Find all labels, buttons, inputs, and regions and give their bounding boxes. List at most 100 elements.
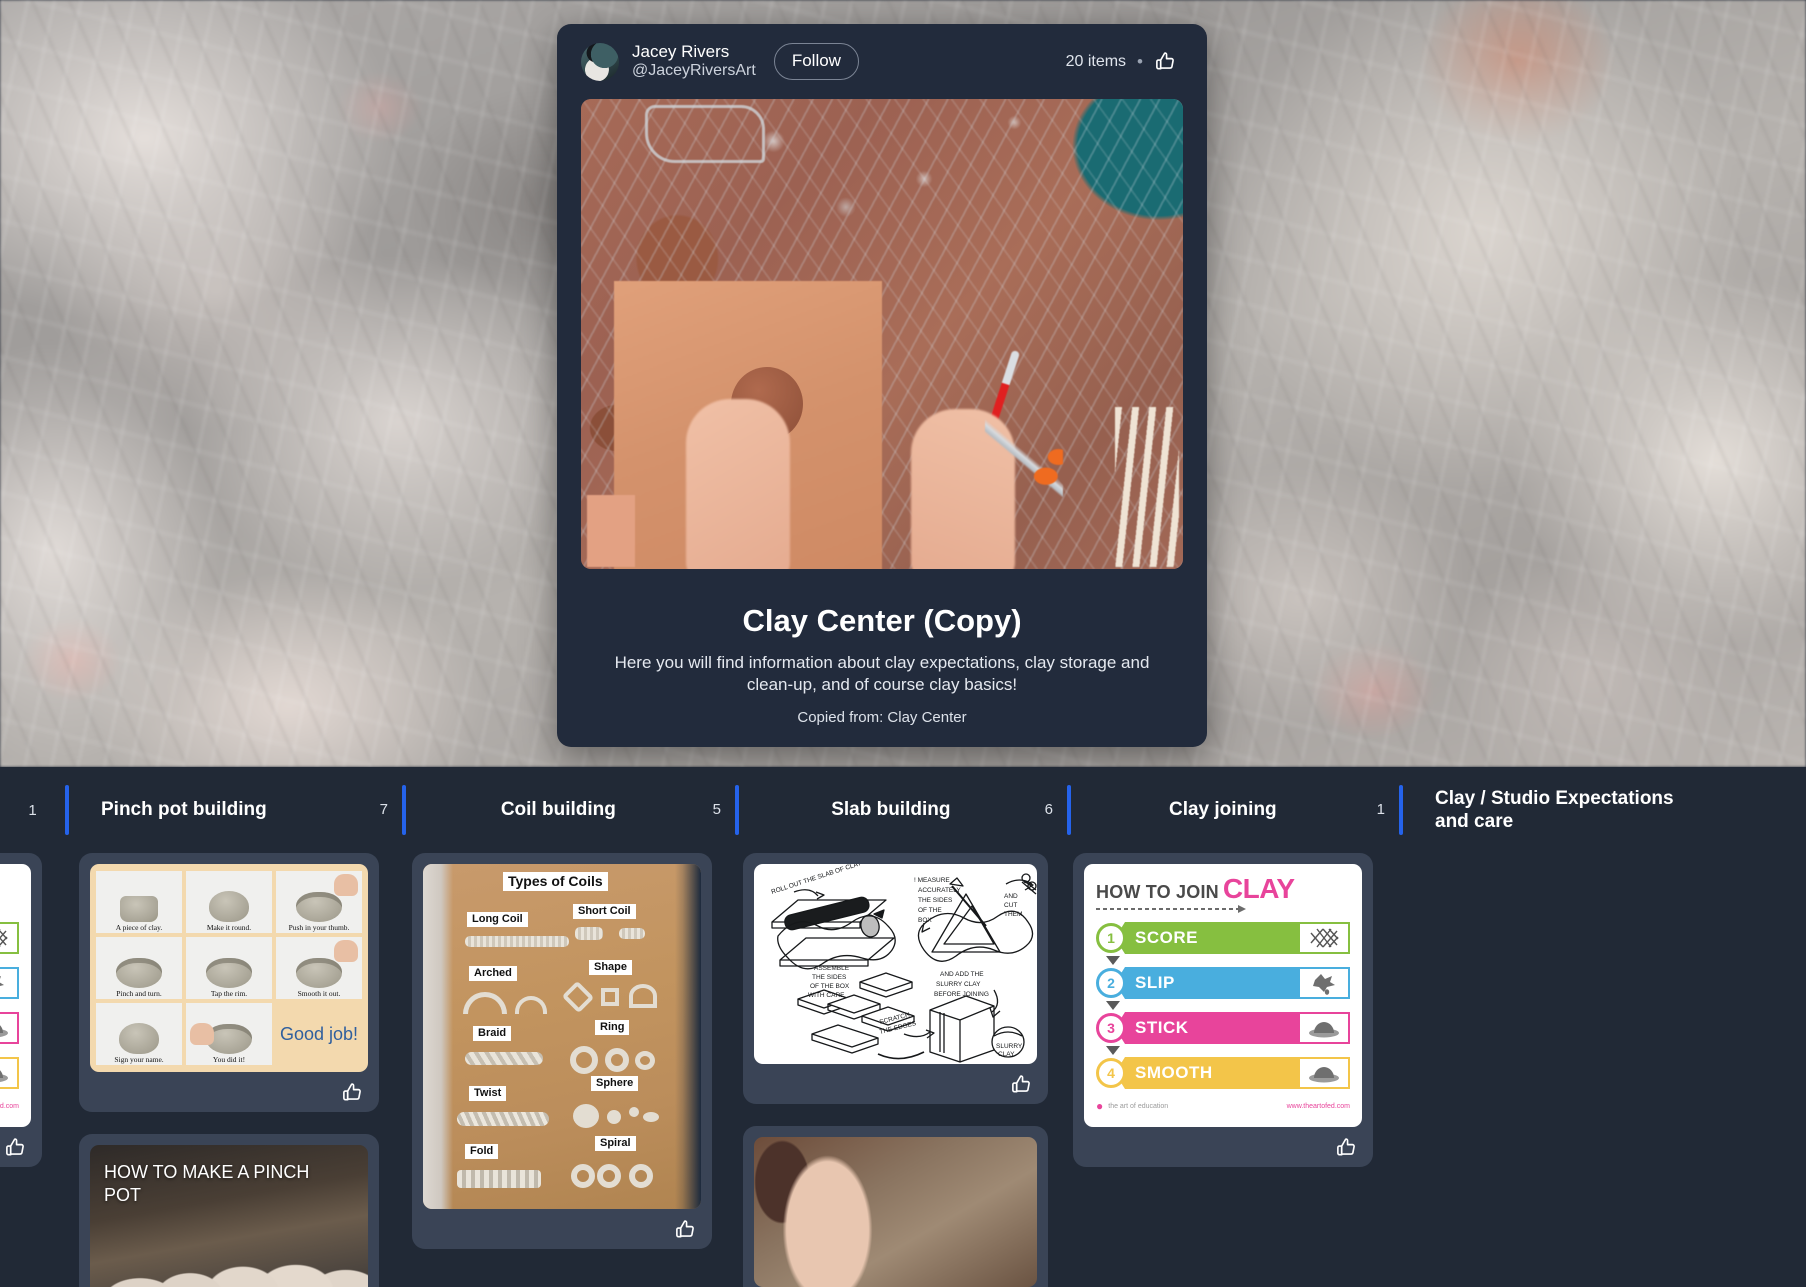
splash-icon-glyph bbox=[1313, 974, 1335, 995]
like-button[interactable] bbox=[1335, 1136, 1358, 1159]
coil-label: Braid bbox=[473, 1026, 512, 1041]
user-identity: Jacey Rivers @JaceyRiversArt bbox=[632, 42, 756, 81]
pin-image-hands-clay-photo bbox=[754, 1137, 1037, 1287]
pin-card[interactable]: ROLL OUT THE SLAB OF CLAY ! MEASURE ACCU… bbox=[743, 853, 1048, 1104]
hatch-icon bbox=[0, 922, 19, 954]
step-caption: Smooth it out. bbox=[297, 988, 341, 998]
coil-label: Spiral bbox=[595, 1136, 636, 1151]
like-button[interactable] bbox=[1010, 1073, 1033, 1096]
brand-url: www.theartofed.com bbox=[1286, 1102, 1350, 1110]
pin-column-coil-building: Types of Coils Long Coil Short Coil Arch… bbox=[412, 853, 712, 1271]
tab-slab-building[interactable]: Slab building 6 bbox=[735, 767, 1067, 853]
dome-icon bbox=[0, 1012, 19, 1044]
join-heading-dark: HOW TO JOIN bbox=[1096, 882, 1219, 902]
pin-image-how-to-make-a-pinch-pot: HOW TO MAKE A PINCH POT bbox=[90, 1145, 368, 1287]
cover-wire-tool bbox=[645, 105, 765, 163]
tab-label: Pinch pot building bbox=[101, 799, 267, 821]
pin-card[interactable]: HOW TO MAKE A PINCH POT bbox=[79, 1134, 379, 1287]
board-info-card: Jacey Rivers @JaceyRiversArt Follow 20 i… bbox=[557, 24, 1207, 747]
tab-label: Clay / Studio Expectations and care bbox=[1435, 787, 1674, 832]
item-count: 20 items bbox=[1065, 52, 1127, 70]
join-step-row: 3 STICK bbox=[0, 1012, 19, 1044]
step-caption: Push in your thumb. bbox=[288, 922, 350, 932]
join-poster-footer: ● the art of education www.theartofed.co… bbox=[1096, 1099, 1350, 1113]
hatch-icon-glyph bbox=[0, 929, 8, 947]
pin-card[interactable] bbox=[743, 1126, 1048, 1287]
pin-column-0: HOW TO JOIN CLAY 1 SCORE bbox=[0, 853, 42, 1189]
dome-icon-glyph bbox=[0, 1070, 8, 1082]
copied-from-label: Copied from: Clay Center bbox=[797, 708, 967, 726]
pin-column-clay-joining: HOW TO JOIN CLAY 1 SCORE 2 SLIP 3 STICK … bbox=[1073, 853, 1373, 1189]
pinch-pot-step: Make it round. bbox=[186, 871, 272, 933]
thumbs-up-icon bbox=[6, 1137, 24, 1156]
user-name[interactable]: Jacey Rivers bbox=[632, 42, 756, 62]
svg-text:THEM: THEM bbox=[1004, 911, 1022, 918]
pin-image-types-of-coils: Types of Coils Long Coil Short Coil Arch… bbox=[423, 864, 701, 1209]
pin-column-pinch-pot-building: A piece of clay. Make it round. Push in … bbox=[79, 853, 379, 1287]
pin-board: HOW TO JOIN CLAY 1 SCORE bbox=[0, 853, 1806, 1287]
spiral-coil-image bbox=[597, 1164, 621, 1188]
shape-coil-image bbox=[601, 988, 619, 1006]
like-button[interactable] bbox=[341, 1081, 364, 1104]
arched-coil-image bbox=[515, 996, 547, 1014]
cover-scissors bbox=[985, 417, 1063, 497]
like-button[interactable] bbox=[4, 1136, 27, 1159]
board-cover-image[interactable] bbox=[581, 99, 1183, 569]
pin-card[interactable]: Types of Coils Long Coil Short Coil Arch… bbox=[412, 853, 712, 1249]
coil-label: Ring bbox=[595, 1020, 630, 1035]
tab-clay-studio-expectations-and-care[interactable]: Clay / Studio Expectations and care bbox=[1399, 767, 1739, 853]
like-button[interactable] bbox=[674, 1218, 697, 1241]
thumbs-up-icon bbox=[343, 1082, 361, 1101]
ring-coil-image bbox=[570, 1046, 598, 1074]
pin-card[interactable]: A piece of clay. Make it round. Push in … bbox=[79, 853, 379, 1112]
video-title-overlay: HOW TO MAKE A PINCH POT bbox=[104, 1162, 310, 1205]
step-label: STICK bbox=[1115, 1012, 1298, 1044]
short-coil-image bbox=[619, 928, 645, 939]
coil-label: Fold bbox=[465, 1144, 499, 1159]
join-step-row: 3 STICK bbox=[1096, 1012, 1350, 1044]
svg-text:THE SIDES: THE SIDES bbox=[812, 974, 847, 981]
tab-coil-building[interactable]: Coil building 5 bbox=[402, 767, 735, 853]
sphere-coil-image bbox=[629, 1107, 639, 1117]
tab-count: 7 bbox=[379, 801, 388, 819]
pinch-pot-step: You did it! bbox=[186, 1003, 272, 1065]
step-number: 2 bbox=[1096, 968, 1126, 998]
pin-card[interactable]: HOW TO JOIN CLAY 1 SCORE bbox=[0, 853, 42, 1167]
step-caption: Sign your name. bbox=[114, 1054, 164, 1064]
avatar[interactable] bbox=[581, 42, 619, 81]
tab-divider bbox=[1067, 785, 1071, 835]
board-description: Here you will find information about cla… bbox=[614, 653, 1150, 695]
chevron-down-icon bbox=[1106, 956, 1120, 965]
dome-icon bbox=[1298, 1057, 1350, 1089]
tab-count: 5 bbox=[712, 801, 721, 819]
tab-divider bbox=[1399, 785, 1403, 835]
svg-text:ROLL OUT THE SLAB OF CLAY: ROLL OUT THE SLAB OF CLAY bbox=[770, 864, 863, 896]
coil-label: Sphere bbox=[591, 1076, 639, 1091]
pin-footer bbox=[754, 1064, 1037, 1104]
section-tab-bar: 1 Pinch pot building 7 Coil building 5 S… bbox=[0, 767, 1806, 853]
user-handle[interactable]: @JaceyRiversArt bbox=[632, 62, 756, 81]
svg-text:ACCURATELY: ACCURATELY bbox=[918, 887, 961, 894]
svg-text:CLAY: CLAY bbox=[998, 1051, 1015, 1058]
clay-bowl-image bbox=[206, 957, 252, 988]
clay-bowl-image bbox=[296, 891, 342, 922]
tab-clay-joining[interactable]: Clay joining 1 bbox=[1067, 767, 1399, 853]
hand-image bbox=[334, 940, 358, 962]
svg-text:SLURRY CLAY: SLURRY CLAY bbox=[936, 981, 981, 988]
short-coil-image bbox=[575, 927, 603, 940]
cover-wood-sticks bbox=[1115, 407, 1179, 567]
like-button[interactable] bbox=[1154, 50, 1177, 73]
spiral-coil-image bbox=[571, 1164, 595, 1188]
join-poster-footer: ● the art of education www.theartofed.co… bbox=[0, 1099, 19, 1113]
follow-button[interactable]: Follow bbox=[773, 43, 859, 80]
thumbs-up-icon bbox=[1012, 1074, 1030, 1093]
svg-text:CUT: CUT bbox=[1004, 902, 1017, 909]
sphere-coil-image bbox=[607, 1110, 621, 1124]
pin-card[interactable]: HOW TO JOIN CLAY 1 SCORE bbox=[1073, 853, 1373, 1167]
svg-text:THE SIDES: THE SIDES bbox=[918, 897, 953, 904]
dome-icon bbox=[1298, 1012, 1350, 1044]
pinch-pot-step: Smooth it out. bbox=[276, 937, 362, 999]
tab-pinch-pot-building[interactable]: Pinch pot building 7 bbox=[65, 767, 402, 853]
thumbs-up-icon bbox=[676, 1219, 694, 1238]
hatch-icon bbox=[1298, 922, 1350, 954]
